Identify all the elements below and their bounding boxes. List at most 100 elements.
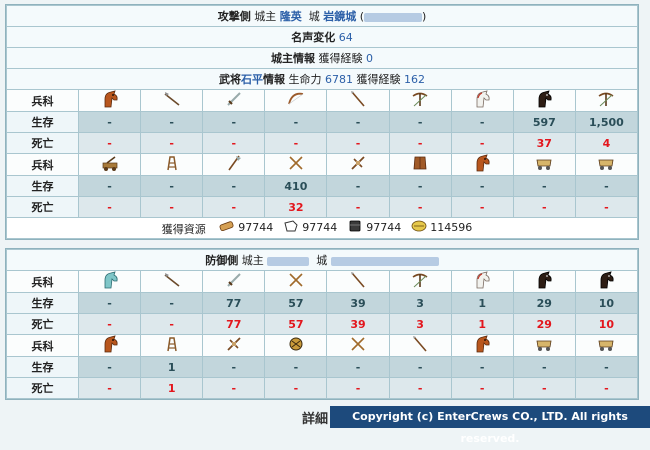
horse-head-icon bbox=[473, 154, 491, 175]
unit-cell bbox=[264, 334, 328, 357]
survive-value: - bbox=[107, 360, 112, 374]
row-label-unit: 兵科 bbox=[6, 270, 79, 293]
row-label-unit: 兵科 bbox=[6, 334, 79, 357]
resources-row: 獲得資源 97744 97744 97744 114596 bbox=[6, 217, 638, 239]
survive-cell: - bbox=[574, 175, 639, 197]
survive-value: 597 bbox=[532, 115, 556, 129]
survive-cell: - bbox=[512, 356, 576, 378]
horse-head-icon bbox=[101, 90, 119, 111]
survive-value: 57 bbox=[288, 296, 304, 310]
survive-cell: - bbox=[326, 175, 390, 197]
unit-cell bbox=[388, 153, 452, 176]
catapult-icon bbox=[101, 154, 119, 175]
survive-value: 3 bbox=[416, 296, 424, 310]
general-info-row: 武将石平情報 生命力 6781 獲得経験 162 bbox=[6, 68, 638, 90]
row-label-dead: 死亡 bbox=[6, 196, 79, 218]
dead-cell: 4 bbox=[574, 132, 639, 154]
row-label-dead: 死亡 bbox=[6, 313, 79, 335]
survive-cell: - bbox=[326, 356, 390, 378]
cart-icon bbox=[597, 154, 615, 175]
dead-value: 39 bbox=[350, 317, 366, 331]
dead-value: - bbox=[417, 381, 423, 395]
survive-cell: 39 bbox=[326, 292, 390, 314]
dead-cell: 37 bbox=[512, 132, 576, 154]
survive-value: - bbox=[293, 360, 299, 374]
survive-cell: - bbox=[77, 292, 142, 314]
survive-value: - bbox=[479, 179, 485, 193]
resource-value: 97744 bbox=[366, 221, 402, 234]
unit-cell bbox=[140, 89, 204, 112]
unit-cell bbox=[140, 270, 204, 293]
row-label-survive: 生存 bbox=[6, 111, 79, 133]
dead-value: - bbox=[231, 381, 237, 395]
dead-value: - bbox=[604, 381, 609, 395]
survive-value: 410 bbox=[284, 179, 308, 193]
attack-panel: 攻撃側 城主 隆英 城 岩鏡城 () 名声変化 64 城主情報 獲得経験 0 武… bbox=[5, 4, 639, 240]
survive-cell: 57 bbox=[264, 292, 328, 314]
bow-icon bbox=[287, 90, 305, 111]
dead-cell: - bbox=[326, 132, 390, 154]
survive-value: - bbox=[231, 115, 237, 129]
castle-owner-label: 城主 bbox=[254, 10, 277, 23]
survive-cell: - bbox=[140, 292, 204, 314]
survive-cell: - bbox=[388, 111, 452, 133]
survive-cell: - bbox=[77, 356, 142, 378]
dead-cell: - bbox=[202, 132, 266, 154]
unit-cell bbox=[77, 89, 142, 112]
dead-value: - bbox=[231, 136, 237, 150]
dead-cell: 3 bbox=[388, 313, 452, 335]
dead-value: 3 bbox=[416, 317, 424, 331]
dead-cell: - bbox=[326, 196, 390, 218]
blurred-owner-name[interactable] bbox=[267, 256, 310, 266]
unit-cell bbox=[326, 153, 390, 176]
crossbow-icon bbox=[411, 90, 429, 111]
survive-value: - bbox=[355, 179, 361, 193]
long-spear-icon bbox=[411, 335, 429, 356]
unit-cell bbox=[326, 334, 390, 357]
dark-horse-icon bbox=[535, 90, 553, 111]
dead-value: - bbox=[604, 200, 609, 214]
survive-value: - bbox=[169, 115, 174, 129]
survive-cell: 1 bbox=[450, 292, 514, 314]
resource-item: 97744 bbox=[219, 219, 273, 236]
blurred-castle-name[interactable] bbox=[330, 256, 439, 266]
survive-value: - bbox=[604, 360, 609, 374]
unit-cell bbox=[264, 89, 328, 112]
survive-value: - bbox=[107, 115, 112, 129]
dead-cell: - bbox=[77, 313, 142, 335]
survive-value: 1 bbox=[167, 360, 176, 374]
dead-cell: - bbox=[388, 196, 452, 218]
unit-cell bbox=[450, 89, 514, 112]
dead-value: - bbox=[293, 381, 299, 395]
survive-cell: - bbox=[512, 175, 576, 197]
defense-panel: 防御側 城主 城 兵科 生存 - - 77 57 39 3 1 29 10 死亡 - - 77 57 39 3… bbox=[5, 248, 639, 400]
attack-owner-link[interactable]: 隆英 bbox=[280, 10, 302, 23]
survive-cell: 1,500 bbox=[574, 111, 639, 133]
dead-value: - bbox=[542, 200, 547, 214]
general-name-link[interactable]: 石平 bbox=[241, 73, 263, 86]
dual-sword-icon bbox=[349, 335, 367, 356]
castle-label: 城 bbox=[308, 10, 320, 23]
survive-value: - bbox=[169, 296, 174, 310]
horse-head-icon bbox=[101, 335, 119, 356]
unit-cell bbox=[388, 334, 452, 357]
survive-value: 10 bbox=[598, 296, 615, 310]
resources-label: 獲得資源 bbox=[161, 223, 206, 236]
dead-value: 77 bbox=[226, 317, 242, 331]
dead-value: 4 bbox=[602, 136, 611, 150]
survive-cell: - bbox=[140, 175, 204, 197]
row-label-survive: 生存 bbox=[6, 292, 79, 314]
attack-castle-link[interactable]: 岩鏡城 bbox=[323, 10, 356, 23]
dead-cell: 57 bbox=[264, 313, 328, 335]
dead-cell: - bbox=[450, 377, 514, 399]
survive-value: - bbox=[542, 179, 547, 193]
dual-sword-icon bbox=[287, 154, 305, 175]
unit-cell bbox=[512, 334, 576, 357]
dead-value: - bbox=[417, 200, 423, 214]
detail-link[interactable]: 詳細 bbox=[302, 408, 328, 427]
row-label-survive: 生存 bbox=[6, 175, 79, 197]
ballista-icon bbox=[225, 335, 243, 356]
dead-cell: 1 bbox=[450, 313, 514, 335]
survive-cell: - bbox=[202, 356, 266, 378]
survive-cell: - bbox=[202, 175, 266, 197]
